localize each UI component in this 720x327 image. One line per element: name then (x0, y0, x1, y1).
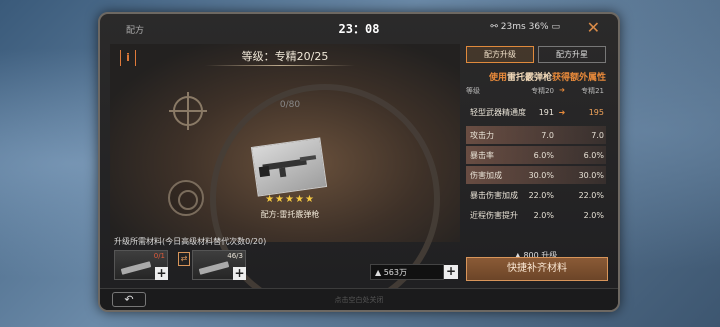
add-material-button[interactable]: + (233, 267, 246, 280)
stat-label: 轻型武器精通度 (470, 107, 526, 117)
stat-current: 22.0% (528, 190, 554, 200)
stat-next: 22.0% (578, 190, 604, 200)
stat-label: 暴击率 (470, 150, 494, 160)
stat-next: 6.0% (583, 150, 604, 160)
tab-upgrade[interactable]: 配方升级 (466, 46, 534, 63)
stat-row: 轻型武器精通度 191 ➜ 195 (466, 100, 606, 124)
material-slot[interactable]: 46/3 + (192, 250, 246, 280)
stat-label: 暴击伤害加成 (470, 190, 518, 200)
item-name: 配方:雷托霰弹枪 (260, 210, 320, 219)
stat-current: 2.0% (533, 210, 554, 220)
stats-table: 轻型武器精通度 191 ➜ 195 攻击力 7.0 7.0 暴击率 6.0% 6… (466, 100, 606, 226)
swap-icon[interactable]: ⇄ (178, 252, 190, 266)
recipe-display: i 等级：专精20/25 0/80 ★★★★★ 配方:雷托霰弹枪 (110, 44, 460, 310)
battery-icon: ▭ (551, 22, 560, 32)
status-bar: 配方 23：08 ⚯ 23ms 36% ▭ ✕ (100, 14, 618, 42)
currency-display: ▲ 563万 + (370, 264, 458, 280)
shotgun-icon (258, 155, 317, 178)
material-slot[interactable]: 0/1 + (114, 250, 168, 280)
stat-current: 30.0% (528, 170, 554, 180)
bonus-suffix: 获得额外属性 (551, 73, 606, 83)
material-count: 46/3 (227, 252, 243, 260)
stat-row: 近程伤害提升 2.0% 2.0% (466, 206, 606, 224)
stat-current: 6.0% (533, 150, 554, 160)
wifi-icon: ⚯ (490, 22, 498, 32)
coin-icon: ▲ (375, 267, 384, 277)
weapon-part-icon (120, 261, 152, 275)
blueprint-image (250, 137, 328, 197)
quick-fill-button[interactable]: 快捷补齐材料 (466, 257, 608, 281)
stat-current: 191 (538, 107, 554, 117)
recipe-panel: 配方 23：08 ⚯ 23ms 36% ▭ ✕ i 等级：专精20/25 0/8… (98, 12, 620, 312)
bonus-title: 使用雷托霰弹枪获得额外属性 (466, 70, 606, 83)
stat-next: 30.0% (578, 170, 604, 180)
stats-header-current: 专精20 (531, 87, 554, 95)
level-title: 等级：专精20/25 (241, 50, 329, 63)
emblem-icon (168, 180, 204, 216)
arrow-right-icon: ➜ (559, 86, 565, 94)
network-latency: 23ms (500, 22, 526, 32)
bottom-bar: ↶ 点击空白处关闭 (100, 288, 618, 310)
close-icon[interactable]: ✕ (587, 18, 600, 37)
stat-next: 195 (588, 107, 604, 117)
close-hint[interactable]: 点击空白处关闭 (100, 295, 618, 305)
stat-label: 伤害加成 (470, 170, 502, 180)
stats-header-next: 专精21 (581, 87, 604, 95)
stat-label: 近程伤害提升 (470, 210, 518, 220)
progress-value: 0/80 (279, 100, 301, 110)
bonus-weapon: 雷托霰弹枪 (506, 73, 552, 83)
stat-row: 暴击伤害加成 22.0% 22.0% (466, 186, 606, 204)
crosshair-icon (169, 92, 207, 130)
stat-next: 2.0% (583, 210, 604, 220)
materials-title: 升级所需材料(今日高级材料替代次数0/20) (114, 237, 267, 246)
add-currency-button[interactable]: + (444, 265, 458, 279)
battery-level: 36% (528, 22, 549, 32)
star-rating: ★★★★★ (265, 194, 315, 205)
divider (205, 65, 355, 66)
stats-header: 等级 专精20 ➜ 专精21 (466, 86, 606, 96)
bonus-prefix: 使用 (488, 73, 507, 83)
arrow-right-icon: ➜ (558, 107, 566, 117)
tab-bar: 配方升级 配方升星 (466, 46, 606, 63)
material-count: 0/1 (153, 252, 165, 260)
currency-amount: 563万 (383, 267, 407, 277)
stats-header-label: 等级 (466, 87, 480, 95)
stat-row: 伤害加成 30.0% 30.0% (466, 166, 606, 184)
stat-current: 7.0 (541, 130, 554, 140)
weapon-part-icon (198, 261, 230, 275)
stat-row: 暴击率 6.0% 6.0% (466, 146, 606, 164)
network-battery: ⚯ 23ms 36% ▭ (490, 22, 560, 32)
stat-row: 攻击力 7.0 7.0 (466, 126, 606, 144)
stat-next: 7.0 (591, 130, 604, 140)
add-material-button[interactable]: + (155, 267, 168, 280)
stat-label: 攻击力 (470, 130, 494, 140)
tab-star-up[interactable]: 配方升星 (538, 46, 606, 63)
